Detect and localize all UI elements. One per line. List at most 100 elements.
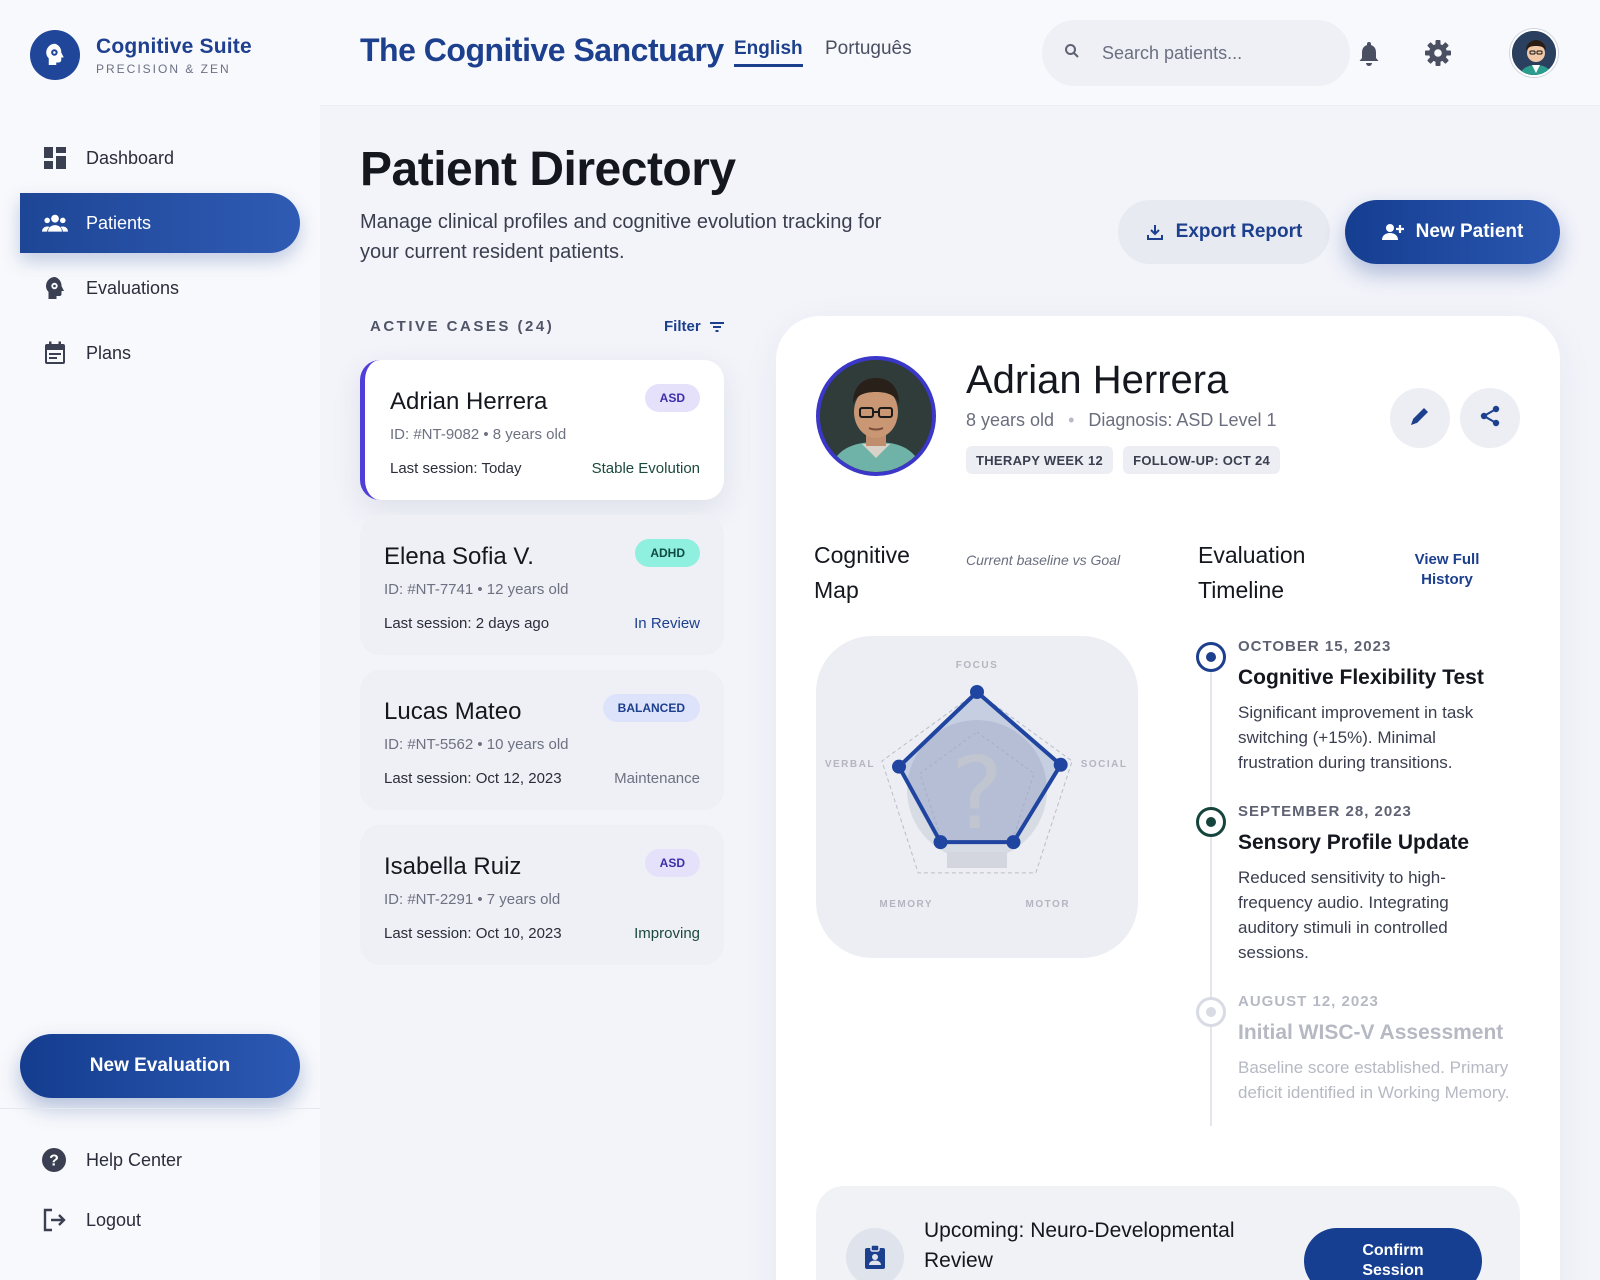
cognitive-map-chart: ? FOCUS SOCIAL MOTOR MEMORY VERBAL <box>816 636 1138 958</box>
patient-card-name: Elena Sofia V. <box>384 543 534 570</box>
upcoming-session-card: Upcoming: Neuro-Developmental Review Con… <box>816 1186 1520 1280</box>
search-bar <box>1042 20 1350 86</box>
timeline-date: AUGUST 12, 2023 <box>1238 993 1379 1010</box>
new-patient-button[interactable]: New Patient <box>1345 200 1560 264</box>
view-full-history-link[interactable]: View Full History <box>1402 550 1492 590</box>
search-icon <box>1064 43 1080 64</box>
patient-card-elena-sofia[interactable]: Elena Sofia V. ADHD ID: #NT-7741 • 12 ye… <box>360 515 724 655</box>
help-center-label: Help Center <box>86 1149 183 1170</box>
patient-name: Adrian Herrera <box>966 358 1229 402</box>
patient-tags: THERAPY WEEK 12 FOLLOW-UP: OCT 24 <box>966 446 1290 474</box>
patient-card-session: Last session: 2 days ago <box>384 615 550 632</box>
patient-card-meta: ID: #NT-9082 • 8 years old <box>390 426 567 443</box>
patient-avatar <box>816 356 936 476</box>
patient-diagnosis: Diagnosis: ASD Level 1 <box>1088 410 1277 430</box>
timeline-dot-icon <box>1196 807 1226 837</box>
sidebar-item-evaluations[interactable]: Evaluations <box>20 258 300 318</box>
timeline-body: Baseline score established. Primary defi… <box>1238 1058 1510 1102</box>
filter-button[interactable]: Filter <box>664 318 725 335</box>
search-input[interactable] <box>1102 42 1322 64</box>
export-report-label: Export Report <box>1175 221 1303 242</box>
radar-chart-svg: ? FOCUS SOCIAL MOTOR MEMORY VERBAL <box>825 660 1128 910</box>
patient-card-name: Adrian Herrera <box>390 388 548 415</box>
sidebar-item-label: Plans <box>86 342 132 363</box>
radar-axis-label: FOCUS <box>956 660 999 671</box>
timeline-date: SEPTEMBER 28, 2023 <box>1238 803 1412 820</box>
edit-button[interactable] <box>1390 388 1450 448</box>
dashboard-icon <box>42 145 68 171</box>
patient-age: 8 years old <box>966 410 1055 430</box>
radar-point <box>933 835 948 850</box>
new-evaluation-button[interactable]: New Evaluation <box>20 1034 300 1098</box>
radar-placeholder-glyph: ? <box>950 735 1003 852</box>
lang-english-tab[interactable]: English <box>734 38 803 67</box>
cognitive-map-title: Cognitive Map <box>814 542 910 603</box>
radar-axis-label: MOTOR <box>1026 899 1071 910</box>
patient-card-adrian-herrera[interactable]: Adrian Herrera ASD ID: #NT-9082 • 8 year… <box>360 360 724 500</box>
radar-axis-label: SOCIAL <box>1081 759 1128 770</box>
lang-portuguese-tab[interactable]: Português <box>825 38 912 60</box>
share-button[interactable] <box>1460 388 1520 448</box>
brand-tagline: PRECISION & ZEN <box>96 61 231 76</box>
patient-card-meta: ID: #NT-2291 • 7 years old <box>384 891 561 908</box>
sidebar-item-label: Evaluations <box>86 277 180 298</box>
timeline-title: Initial WISC-V Assessment <box>1238 1021 1504 1044</box>
filter-label: Filter <box>664 318 701 335</box>
patient-card-isabella-ruiz[interactable]: Isabella Ruiz ASD ID: #NT-2291 • 7 years… <box>360 825 724 965</box>
site-title[interactable]: The Cognitive Sanctuary <box>360 32 724 69</box>
add-person-icon <box>1381 223 1404 241</box>
download-icon <box>1146 223 1164 241</box>
diagnosis-badge: ASD <box>644 849 700 877</box>
radar-point <box>1006 835 1021 850</box>
evaluation-timeline-title: Evaluation Timeline <box>1198 542 1306 603</box>
export-report-button[interactable]: Export Report <box>1118 200 1330 264</box>
patient-detail-panel: Adrian Herrera 8 years old • Diagnosis: … <box>776 316 1560 1280</box>
patients-icon <box>42 210 68 236</box>
patient-card-lucas-mateo[interactable]: Lucas Mateo BALANCED ID: #NT-5562 • 10 y… <box>360 670 724 810</box>
timeline-body: Reduced sensitivity to high-frequency au… <box>1238 868 1449 962</box>
sidebar-item-plans[interactable]: Plans <box>20 323 300 383</box>
separator-dot: • <box>1068 410 1075 430</box>
sidebar-nav: Dashboard Patients Evaluations Plans <box>20 128 300 388</box>
new-patient-label: New Patient <box>1415 221 1524 242</box>
confirm-session-button[interactable]: Confirm Session <box>1304 1228 1482 1280</box>
sidebar-divider <box>0 1108 320 1109</box>
brain-logo-icon <box>30 30 80 80</box>
timeline-body: Significant improvement in task switchin… <box>1238 703 1474 772</box>
sidebar-item-dashboard[interactable]: Dashboard <box>20 128 300 188</box>
filter-icon <box>709 321 725 333</box>
help-icon: ? <box>40 1146 68 1174</box>
patient-meta: 8 years old • Diagnosis: ASD Level 1 <box>966 410 1276 431</box>
brand[interactable]: Cognitive Suite PRECISION & ZEN <box>30 30 252 80</box>
share-icon <box>1478 404 1502 433</box>
patient-card-name: Lucas Mateo <box>384 698 522 725</box>
patient-card-meta: ID: #NT-5562 • 10 years old <box>384 736 569 753</box>
logout-link[interactable]: Logout <box>40 1206 141 1234</box>
timeline-dot-icon <box>1196 642 1226 672</box>
sidebar-item-patients[interactable]: Patients <box>20 193 300 253</box>
sidebar-item-label: Dashboard <box>86 147 175 168</box>
patient-card-session: Last session: Today <box>390 460 522 477</box>
settings-gear-icon[interactable] <box>1421 36 1455 70</box>
pencil-icon <box>1409 405 1431 432</box>
sidebar-item-label: Patients <box>86 212 152 233</box>
page-subtitle: Manage clinical profiles and cognitive e… <box>360 211 882 263</box>
patient-card-status: Improving <box>634 925 700 942</box>
logout-icon <box>40 1206 68 1234</box>
patient-card-status: Maintenance <box>614 770 700 787</box>
diagnosis-badge: ADHD <box>635 539 700 567</box>
follow-up-tag: FOLLOW-UP: OCT 24 <box>1123 446 1281 474</box>
patient-card-status: Stable Evolution <box>591 460 700 477</box>
notifications-bell-icon[interactable] <box>1352 36 1386 70</box>
timeline-date: OCTOBER 15, 2023 <box>1238 638 1392 655</box>
active-cases-header: ACTIVE CASES (24) <box>370 318 555 335</box>
cognitive-map-subtitle: Current baseline vs Goal <box>966 552 1121 568</box>
help-center-link[interactable]: ? Help Center <box>40 1146 182 1174</box>
user-avatar[interactable] <box>1510 29 1558 77</box>
radar-point <box>892 759 907 774</box>
patient-card-status: In Review <box>634 615 700 632</box>
radar-axis-label: VERBAL <box>825 759 875 770</box>
logout-label: Logout <box>86 1209 142 1230</box>
head-gear-icon <box>42 275 68 301</box>
diagnosis-badge: ASD <box>644 384 700 412</box>
